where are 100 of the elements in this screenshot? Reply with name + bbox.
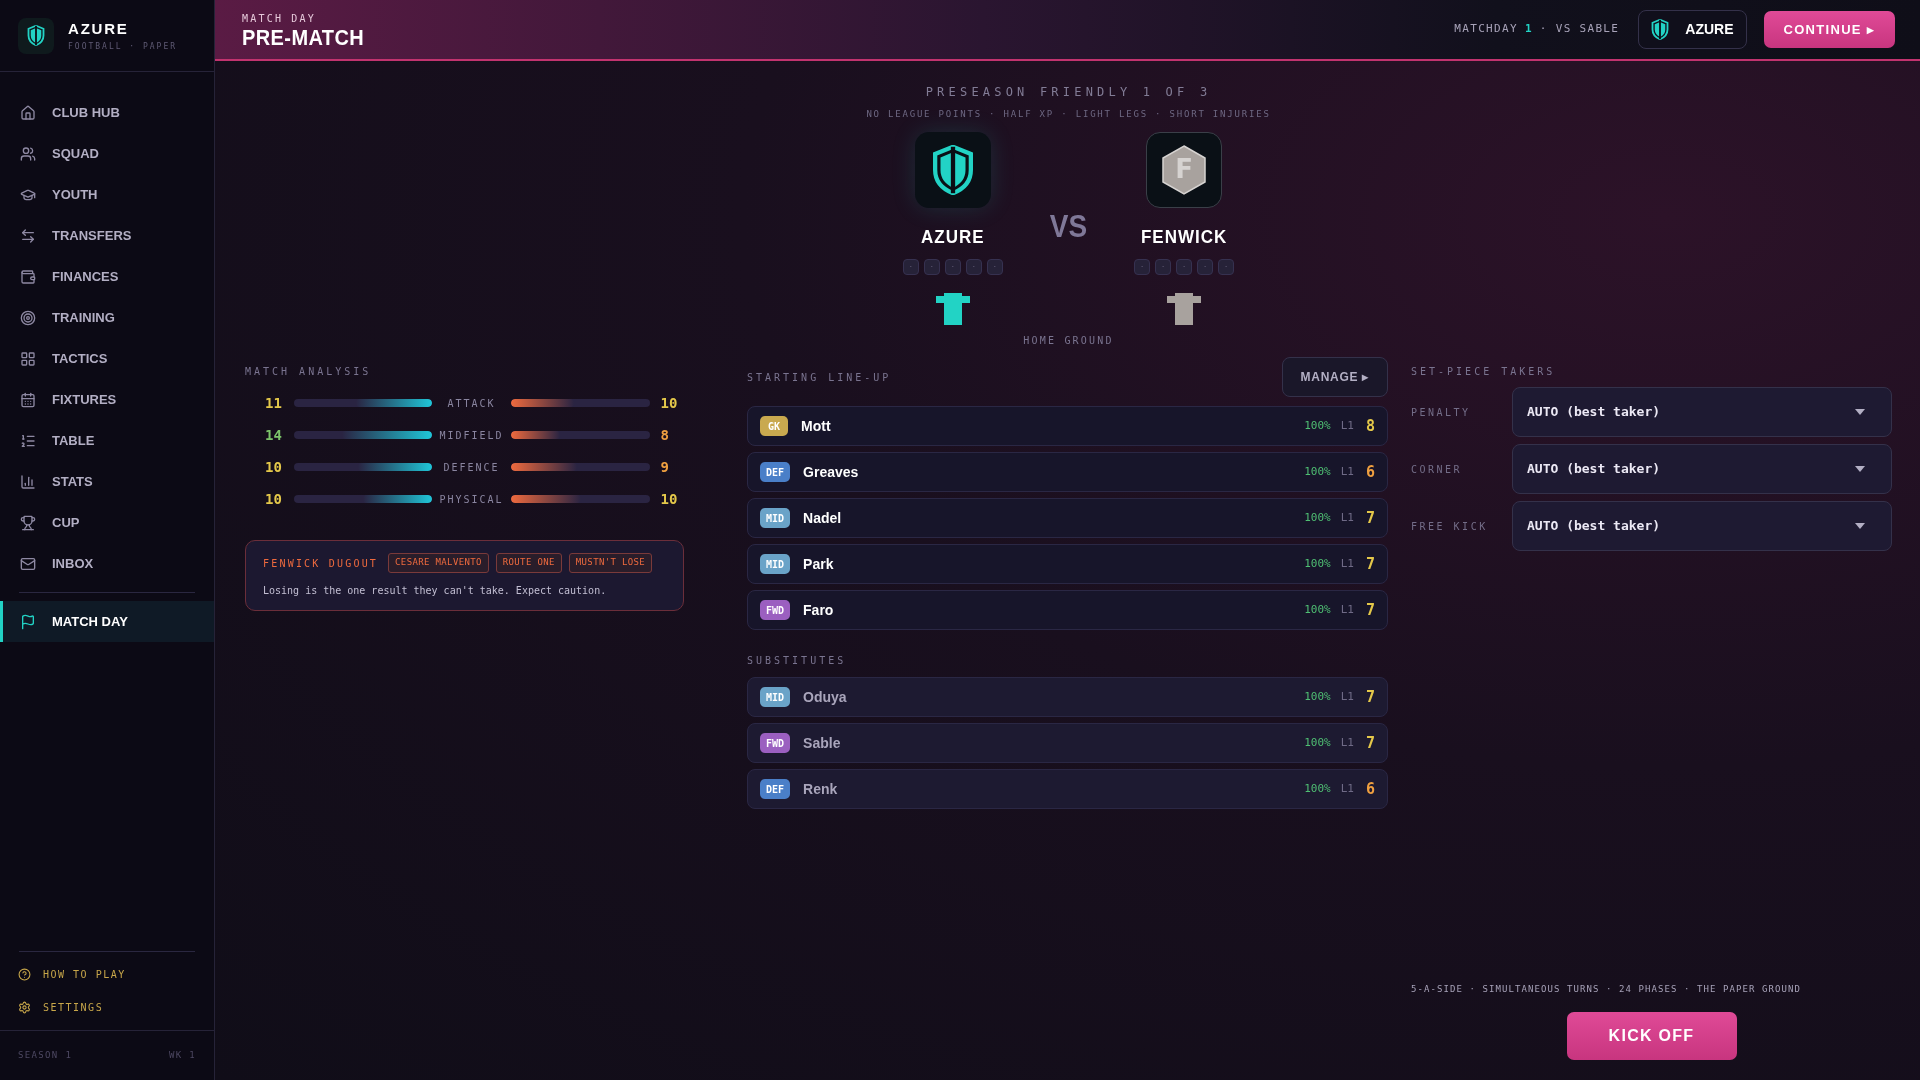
form-slot: ·: [1176, 259, 1193, 275]
continue-button[interactable]: CONTINUE ▸: [1763, 11, 1895, 48]
position-badge: DEF: [760, 779, 791, 799]
nav-item[interactable]: FIXTURES: [0, 379, 214, 420]
player-name: Sable: [803, 733, 841, 753]
section-label: MATCH ANALYSIS: [245, 365, 373, 379]
player-name: Greaves: [803, 462, 859, 482]
dropdown-caret-icon: [1855, 466, 1865, 472]
fitness-value: 100%: [1304, 417, 1331, 434]
page-eyebrow: MATCH DAY: [242, 12, 317, 26]
dropdown-caret-icon: [1855, 523, 1865, 529]
nav-item[interactable]: TACTICS: [0, 338, 214, 379]
position-badge: GK: [760, 416, 788, 436]
venue-label: HOME GROUND: [1023, 334, 1114, 348]
player-row[interactable]: GK Mott 100% L1 8: [747, 406, 1388, 446]
position-badge: FWD: [760, 600, 791, 620]
grid-icon: [20, 350, 36, 367]
nav-item[interactable]: STATS: [0, 461, 214, 502]
team-name: AZURE: [921, 224, 985, 249]
dugout-tag: CESARE MALVENTO: [388, 553, 489, 573]
team-name: FENWICK: [1140, 224, 1228, 249]
season-label: SEASON 1: [18, 1048, 73, 1062]
set-piece-label: PENALTY: [1411, 405, 1472, 420]
player-name: Mott: [801, 416, 831, 436]
home-stat: 10: [265, 489, 283, 509]
nav-item[interactable]: SQUAD: [0, 133, 214, 174]
player-name: Oduya: [803, 687, 847, 707]
manage-button[interactable]: MANAGE ▸: [1281, 357, 1388, 397]
kick-off-button[interactable]: KICK OFF: [1566, 1012, 1737, 1060]
home-stat: 14: [265, 425, 283, 445]
position-badge: MID: [760, 554, 791, 574]
position-badge: DEF: [760, 462, 791, 482]
week-label: WK 1: [168, 1048, 196, 1062]
brand-tagline: FOOTBALL · PAPER: [68, 40, 178, 53]
player-row[interactable]: MID Nadel 100% L1 7: [747, 498, 1388, 538]
fixture-rules: NO LEAGUE POINTS · HALF XP · LIGHT LEGS · SHORT INJURIES: [866, 108, 1271, 121]
away-stat: 8: [660, 425, 670, 445]
matchday-label: MATCHDAY: [1454, 21, 1518, 38]
brand-name: AZURE: [68, 19, 130, 40]
player-rating: 6: [1365, 778, 1375, 800]
set-piece-label: FREE KICK: [1411, 519, 1489, 534]
stat-label: PHYSICAL: [438, 492, 505, 507]
opponent-label: · VS SABLE: [1539, 21, 1620, 38]
calendar-icon: [20, 391, 36, 408]
player-name: Renk: [803, 779, 838, 799]
player-rating: 7: [1365, 732, 1375, 754]
shield-icon: [1651, 19, 1670, 40]
player-row[interactable]: DEF Renk 100% L1 6: [747, 769, 1388, 809]
player-row[interactable]: MID Park 100% L1 7: [747, 544, 1388, 584]
form-slot: ·: [1134, 259, 1151, 275]
trophy-icon: [20, 514, 36, 531]
taker-select[interactable]: AUTO (best taker): [1512, 387, 1892, 437]
matchday-number: 1: [1524, 21, 1533, 38]
taker-select[interactable]: AUTO (best taker): [1512, 444, 1892, 494]
shield-icon: [27, 25, 45, 46]
section-label: SET-PIECE TAKERS: [1411, 365, 1557, 379]
player-row[interactable]: MID Oduya 100% L1 7: [747, 677, 1388, 717]
player-rating: 7: [1365, 599, 1375, 621]
shield-icon: [930, 144, 975, 195]
swap-arrows-icon: [20, 227, 36, 244]
footer-link[interactable]: SETTINGS: [0, 991, 214, 1024]
player-name: Faro: [803, 600, 834, 620]
nav-item[interactable]: INBOX: [0, 543, 214, 584]
stat-label: MIDFIELD: [438, 428, 505, 443]
taker-select[interactable]: AUTO (best taker): [1512, 501, 1892, 551]
hexagon-icon: [1160, 143, 1209, 196]
nav-item[interactable]: TRAINING: [0, 297, 214, 338]
level-tag: L1: [1340, 601, 1354, 619]
footer-link[interactable]: HOW TO PLAY: [0, 958, 214, 991]
level-tag: L1: [1340, 688, 1354, 706]
home-stat: 10: [265, 457, 283, 477]
set-piece-label: CORNER: [1411, 462, 1464, 477]
nav-item[interactable]: FINANCES: [0, 256, 214, 297]
versus-label: VS: [1049, 207, 1088, 245]
home-icon: [20, 104, 36, 121]
player-rating: 7: [1365, 686, 1375, 708]
fitness-value: 100%: [1304, 734, 1331, 751]
wallet-icon: [20, 268, 36, 285]
level-tag: L1: [1340, 734, 1354, 752]
nav-item[interactable]: MATCH DAY: [0, 601, 214, 642]
dropdown-caret-icon: [1855, 409, 1865, 415]
away-stat: 10: [660, 393, 679, 413]
nav-item[interactable]: CLUB HUB: [0, 92, 214, 133]
settings-icon: [18, 1001, 31, 1014]
player-row[interactable]: FWD Faro 100% L1 7: [747, 590, 1388, 630]
player-row[interactable]: FWD Sable 100% L1 7: [747, 723, 1388, 763]
nav-item[interactable]: YOUTH: [0, 174, 214, 215]
match-format-note: 5-A-SIDE · SIMULTANEOUS TURNS · 24 PHASES · THE PAPER GROUND: [1411, 982, 1801, 996]
form-slot: ·: [1155, 259, 1172, 275]
club-chip[interactable]: AZURE: [1638, 10, 1747, 49]
nav-item[interactable]: TABLE: [0, 420, 214, 461]
section-label: STARTING LINE-UP: [747, 370, 892, 385]
nav-item[interactable]: TRANSFERS: [0, 215, 214, 256]
level-tag: L1: [1340, 780, 1354, 798]
nav-item[interactable]: CUP: [0, 502, 214, 543]
flag-icon: [20, 613, 36, 630]
form-slot: ·: [902, 259, 919, 275]
stat-label: DEFENCE: [442, 460, 501, 475]
player-rating: 7: [1365, 553, 1375, 575]
player-row[interactable]: DEF Greaves 100% L1 6: [747, 452, 1388, 492]
